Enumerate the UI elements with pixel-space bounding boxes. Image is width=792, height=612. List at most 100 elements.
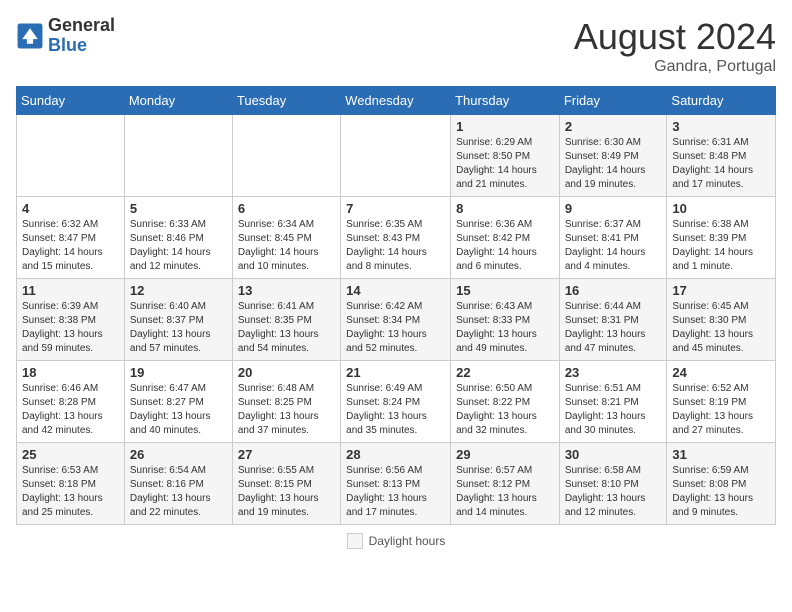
day-info: Sunrise: 6:41 AM Sunset: 8:35 PM Dayligh… (238, 300, 335, 356)
day-number: 25 (22, 447, 119, 462)
day-number: 17 (672, 283, 770, 298)
day-info: Sunrise: 6:54 AM Sunset: 8:16 PM Dayligh… (130, 464, 227, 520)
calendar-cell: 13 Sunrise: 6:41 AM Sunset: 8:35 PM Dayli… (232, 279, 340, 361)
calendar-cell: 30Sunrise: 6:58 AM Sunset: 8:10 PM Dayli… (559, 443, 667, 525)
day-number: 6 (238, 201, 335, 216)
day-number: 7 (346, 201, 445, 216)
weekday-header: Monday (124, 87, 232, 115)
calendar-cell: 19 Sunrise: 6:47 AM Sunset: 8:27 PM Dayli… (124, 361, 232, 443)
day-info: Sunrise: 6:35 AM Sunset: 8:43 PM Dayligh… (346, 218, 445, 274)
weekday-header: Sunday (17, 87, 125, 115)
weekday-header: Tuesday (232, 87, 340, 115)
day-number: 10 (672, 201, 770, 216)
calendar-cell: 14Sunrise: 6:42 AM Sunset: 8:34 PM Dayli… (341, 279, 451, 361)
day-info: Sunrise: 6:33 AM Sunset: 8:46 PM Dayligh… (130, 218, 227, 274)
day-info: Sunrise: 6:43 AM Sunset: 8:33 PM Dayligh… (456, 300, 554, 356)
day-number: 3 (672, 119, 770, 134)
day-number: 21 (346, 365, 445, 380)
day-number: 12 (130, 283, 227, 298)
calendar-cell: 5 Sunrise: 6:33 AM Sunset: 8:46 PM Daylig… (124, 197, 232, 279)
calendar-cell: 31Sunrise: 6:59 AM Sunset: 8:08 PM Dayli… (667, 443, 776, 525)
calendar-body: 1 Sunrise: 6:29 AM Sunset: 8:50 PM Daylig… (17, 115, 776, 525)
calendar-cell: 24 Sunrise: 6:52 AM Sunset: 8:19 PM Dayli… (667, 361, 776, 443)
logo-text: General Blue (48, 16, 115, 56)
day-info: Sunrise: 6:57 AM Sunset: 8:12 PM Dayligh… (456, 464, 554, 520)
day-info: Sunrise: 6:59 AM Sunset: 8:08 PM Dayligh… (672, 464, 770, 520)
calendar-cell: 26 Sunrise: 6:54 AM Sunset: 8:16 PM Dayli… (124, 443, 232, 525)
day-info: Sunrise: 6:50 AM Sunset: 8:22 PM Dayligh… (456, 382, 554, 438)
day-info: Sunrise: 6:47 AM Sunset: 8:27 PM Dayligh… (130, 382, 227, 438)
day-info: Sunrise: 6:42 AM Sunset: 8:34 PM Dayligh… (346, 300, 445, 356)
calendar-cell (124, 115, 232, 197)
day-info: Sunrise: 6:58 AM Sunset: 8:10 PM Dayligh… (565, 464, 662, 520)
day-info: Sunrise: 6:55 AM Sunset: 8:15 PM Dayligh… (238, 464, 335, 520)
week-row: 18 Sunrise: 6:46 AM Sunset: 8:28 PM Dayli… (17, 361, 776, 443)
calendar-cell: 8 Sunrise: 6:36 AM Sunset: 8:42 PM Daylig… (451, 197, 560, 279)
day-info: Sunrise: 6:37 AM Sunset: 8:41 PM Dayligh… (565, 218, 662, 274)
day-info: Sunrise: 6:51 AM Sunset: 8:21 PM Dayligh… (565, 382, 662, 438)
calendar-cell: 27 Sunrise: 6:55 AM Sunset: 8:15 PM Dayli… (232, 443, 340, 525)
day-number: 8 (456, 201, 554, 216)
calendar-cell: 18 Sunrise: 6:46 AM Sunset: 8:28 PM Dayli… (17, 361, 125, 443)
legend-label: Daylight hours (369, 534, 446, 548)
calendar-cell: 10 Sunrise: 6:38 AM Sunset: 8:39 PM Dayli… (667, 197, 776, 279)
day-info: Sunrise: 6:40 AM Sunset: 8:37 PM Dayligh… (130, 300, 227, 356)
day-number: 24 (672, 365, 770, 380)
day-info: Sunrise: 6:44 AM Sunset: 8:31 PM Dayligh… (565, 300, 662, 356)
week-row: 11Sunrise: 6:39 AM Sunset: 8:38 PM Dayli… (17, 279, 776, 361)
day-info: Sunrise: 6:36 AM Sunset: 8:42 PM Dayligh… (456, 218, 554, 274)
day-number: 27 (238, 447, 335, 462)
day-number: 19 (130, 365, 227, 380)
calendar-cell: 2 Sunrise: 6:30 AM Sunset: 8:49 PM Daylig… (559, 115, 667, 197)
calendar-cell: 4Sunrise: 6:32 AM Sunset: 8:47 PM Daylig… (17, 197, 125, 279)
day-info: Sunrise: 6:45 AM Sunset: 8:30 PM Dayligh… (672, 300, 770, 356)
day-info: Sunrise: 6:52 AM Sunset: 8:19 PM Dayligh… (672, 382, 770, 438)
day-number: 16 (565, 283, 662, 298)
day-number: 26 (130, 447, 227, 462)
calendar-cell (17, 115, 125, 197)
weekday-header: Friday (559, 87, 667, 115)
calendar-table: SundayMondayTuesdayWednesdayThursdayFrid… (16, 86, 776, 525)
day-info: Sunrise: 6:30 AM Sunset: 8:49 PM Dayligh… (565, 136, 662, 192)
calendar-cell: 16 Sunrise: 6:44 AM Sunset: 8:31 PM Dayli… (559, 279, 667, 361)
day-number: 18 (22, 365, 119, 380)
day-number: 15 (456, 283, 554, 298)
page-header: General Blue August 2024 Gandra, Portuga… (16, 16, 776, 76)
day-info: Sunrise: 6:46 AM Sunset: 8:28 PM Dayligh… (22, 382, 119, 438)
week-row: 25Sunrise: 6:53 AM Sunset: 8:18 PM Dayli… (17, 443, 776, 525)
day-number: 13 (238, 283, 335, 298)
day-info: Sunrise: 6:29 AM Sunset: 8:50 PM Dayligh… (456, 136, 554, 192)
day-number: 2 (565, 119, 662, 134)
logo-blue: Blue (48, 35, 87, 55)
calendar-cell: 22 Sunrise: 6:50 AM Sunset: 8:22 PM Dayli… (451, 361, 560, 443)
logo: General Blue (16, 16, 115, 56)
day-number: 1 (456, 119, 554, 134)
calendar-cell: 6Sunrise: 6:34 AM Sunset: 8:45 PM Daylig… (232, 197, 340, 279)
day-number: 28 (346, 447, 445, 462)
day-number: 22 (456, 365, 554, 380)
day-info: Sunrise: 6:38 AM Sunset: 8:39 PM Dayligh… (672, 218, 770, 274)
day-info: Sunrise: 6:39 AM Sunset: 8:38 PM Dayligh… (22, 300, 119, 356)
week-row: 4Sunrise: 6:32 AM Sunset: 8:47 PM Daylig… (17, 197, 776, 279)
day-number: 9 (565, 201, 662, 216)
title-block: August 2024 Gandra, Portugal (574, 16, 776, 76)
calendar-cell: 9 Sunrise: 6:37 AM Sunset: 8:41 PM Daylig… (559, 197, 667, 279)
calendar-cell: 25Sunrise: 6:53 AM Sunset: 8:18 PM Dayli… (17, 443, 125, 525)
calendar-cell: 29 Sunrise: 6:57 AM Sunset: 8:12 PM Dayli… (451, 443, 560, 525)
day-info: Sunrise: 6:48 AM Sunset: 8:25 PM Dayligh… (238, 382, 335, 438)
day-info: Sunrise: 6:32 AM Sunset: 8:47 PM Dayligh… (22, 218, 119, 274)
day-info: Sunrise: 6:49 AM Sunset: 8:24 PM Dayligh… (346, 382, 445, 438)
calendar-cell: 23Sunrise: 6:51 AM Sunset: 8:21 PM Dayli… (559, 361, 667, 443)
calendar-cell: 15 Sunrise: 6:43 AM Sunset: 8:33 PM Dayli… (451, 279, 560, 361)
calendar-cell: 1 Sunrise: 6:29 AM Sunset: 8:50 PM Daylig… (451, 115, 560, 197)
calendar-cell: 28Sunrise: 6:56 AM Sunset: 8:13 PM Dayli… (341, 443, 451, 525)
calendar-cell: 7 Sunrise: 6:35 AM Sunset: 8:43 PM Daylig… (341, 197, 451, 279)
calendar-cell (232, 115, 340, 197)
calendar-cell: 21 Sunrise: 6:49 AM Sunset: 8:24 PM Dayli… (341, 361, 451, 443)
legend: Daylight hours (16, 533, 776, 549)
day-number: 5 (130, 201, 227, 216)
location: Gandra, Portugal (574, 58, 776, 76)
logo-general: General (48, 15, 115, 35)
day-info: Sunrise: 6:31 AM Sunset: 8:48 PM Dayligh… (672, 136, 770, 192)
day-number: 29 (456, 447, 554, 462)
